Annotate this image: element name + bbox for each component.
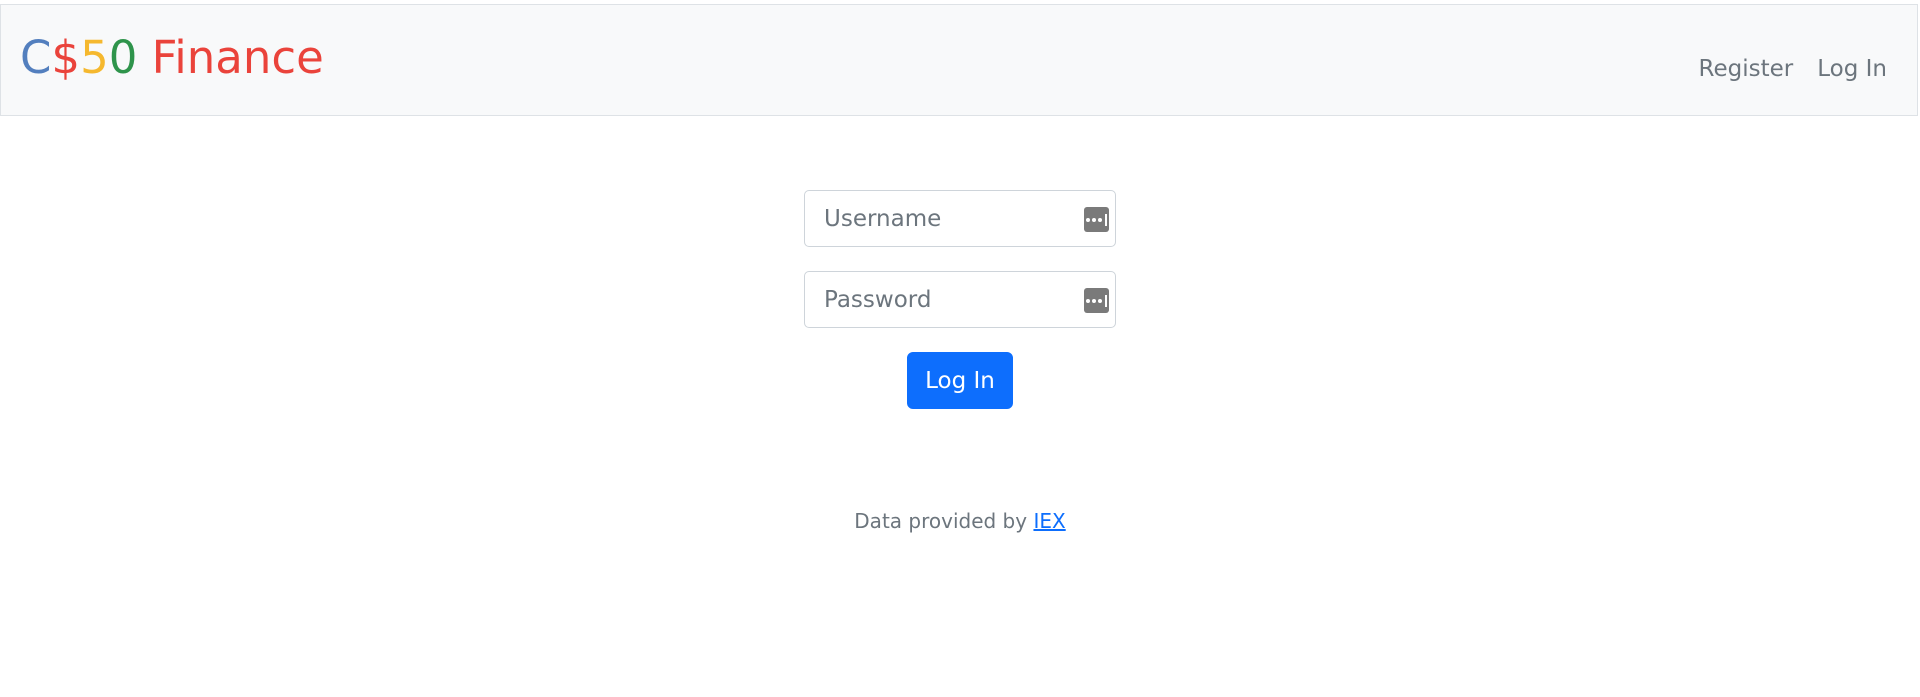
username-input[interactable]: [806, 192, 1082, 245]
navbar-links: Register Log In: [1699, 58, 1887, 81]
iex-link[interactable]: IEX: [1033, 509, 1065, 533]
submit-row: Log In: [804, 352, 1116, 409]
password-manager-icon[interactable]: [1084, 207, 1109, 232]
login-submit-button[interactable]: Log In: [907, 352, 1013, 409]
password-input[interactable]: [806, 273, 1082, 326]
brand-letter-5: 5: [80, 31, 109, 84]
brand-letter-c: C: [20, 31, 52, 84]
password-field-wrapper: [804, 271, 1116, 328]
nav-register-link[interactable]: Register: [1699, 58, 1794, 81]
navbar: C$50 Finance Register Log In: [0, 4, 1918, 116]
brand-word-finance: Finance: [137, 31, 324, 84]
footer: Data provided by IEX: [0, 509, 1920, 533]
password-manager-icon[interactable]: [1084, 288, 1109, 313]
nav-login-link[interactable]: Log In: [1817, 58, 1887, 81]
login-form: Log In: [804, 190, 1116, 409]
username-field-wrapper: [804, 190, 1116, 247]
footer-text: Data provided by: [854, 509, 1028, 533]
brand-logo-link[interactable]: C$50 Finance: [20, 35, 324, 80]
page: C$50 Finance Register Log In Log In Data…: [0, 0, 1920, 697]
brand-letter-0: 0: [108, 31, 138, 84]
brand-letter-dollar: $: [51, 31, 81, 84]
